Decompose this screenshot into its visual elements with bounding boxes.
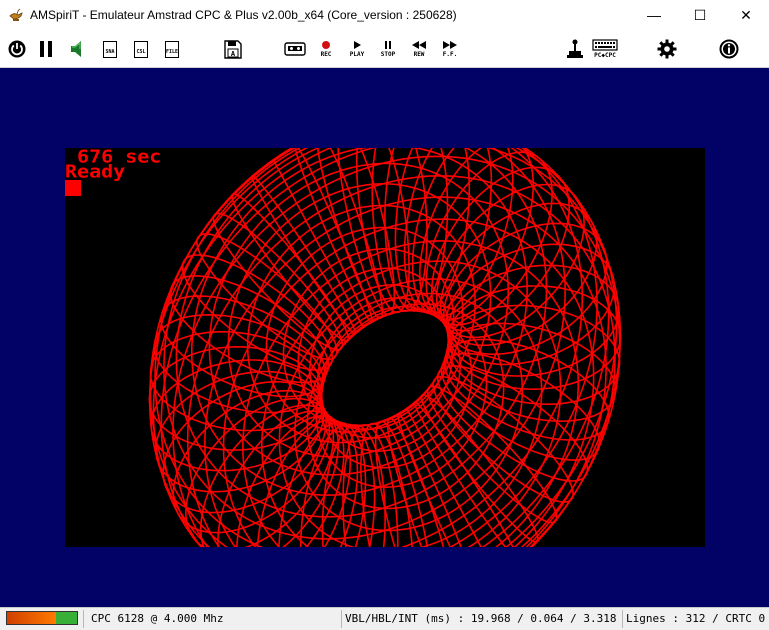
toolbar: SNA CSL FILE A REC PLAY STOP REW F.F. PC… bbox=[0, 31, 769, 68]
file-label: FILE bbox=[166, 48, 179, 55]
play-icon bbox=[354, 41, 361, 49]
status-bar: CPC 6128 @ 4.000 Mhz VBL/HBL/INT (ms) : … bbox=[0, 607, 769, 630]
power-button[interactable] bbox=[3, 33, 31, 65]
timing-status: VBL/HBL/INT (ms) : 19.968 / 0.064 / 3.31… bbox=[342, 610, 623, 628]
lines-status: Lignes : 312 / CRTC 0 bbox=[626, 612, 766, 625]
csl-label: CSL bbox=[136, 48, 146, 55]
power-icon bbox=[8, 40, 26, 58]
keyboard-button[interactable]: PC◆CPC bbox=[589, 33, 621, 65]
stop-label: STOP bbox=[380, 51, 396, 58]
record-icon bbox=[322, 41, 330, 49]
file-button[interactable]: FILE bbox=[158, 33, 186, 65]
file-icon: FILE bbox=[165, 40, 179, 58]
joystick-icon bbox=[567, 39, 583, 58]
fast-forward-button[interactable]: F.F. bbox=[436, 33, 464, 65]
floppy-icon: A bbox=[224, 39, 242, 59]
stop-button[interactable]: STOP bbox=[374, 33, 402, 65]
cassette-icon bbox=[284, 42, 306, 56]
keyboard-icon bbox=[592, 39, 618, 51]
info-icon bbox=[719, 39, 739, 59]
pause-icon bbox=[40, 41, 52, 57]
cpc-screen[interactable]: 676 sec Ready bbox=[65, 148, 705, 547]
snapshot-button[interactable]: SNA bbox=[96, 33, 124, 65]
amspirit-lamp-icon bbox=[9, 8, 23, 21]
sna-label: SNA bbox=[105, 48, 115, 55]
keyboard-label: PC◆CPC bbox=[594, 52, 616, 59]
joystick-button[interactable] bbox=[561, 33, 589, 65]
csl-button[interactable]: CSL bbox=[127, 33, 155, 65]
speaker-icon bbox=[71, 41, 81, 57]
play-button[interactable]: PLAY bbox=[343, 33, 371, 65]
sound-button[interactable] bbox=[63, 33, 91, 65]
rew-label: REW bbox=[413, 51, 425, 58]
window-title: AMSpiriT - Emulateur Amstrad CPC & Plus … bbox=[30, 8, 457, 22]
stop-icon bbox=[385, 41, 391, 49]
gear-icon bbox=[657, 39, 677, 59]
sna-icon: SNA bbox=[103, 40, 117, 58]
rec-button[interactable]: REC bbox=[312, 33, 340, 65]
fast-forward-icon bbox=[443, 41, 457, 49]
cpu-load-meter bbox=[6, 611, 78, 625]
rewind-button[interactable]: REW bbox=[405, 33, 433, 65]
torus-meridian bbox=[294, 148, 374, 324]
maximize-button[interactable]: ☐ bbox=[677, 0, 723, 31]
torus-wireframe bbox=[148, 148, 622, 547]
torus-meridian bbox=[154, 370, 325, 493]
ff-label: F.F. bbox=[442, 51, 458, 58]
play-label: PLAY bbox=[349, 51, 365, 58]
cpu-load-panel bbox=[0, 610, 84, 628]
cpu-load-fill bbox=[7, 612, 56, 624]
torus-parallel bbox=[317, 297, 453, 439]
rec-label: REC bbox=[320, 51, 332, 58]
close-button[interactable]: ✕ bbox=[723, 0, 769, 31]
minimize-button[interactable]: — bbox=[631, 0, 677, 31]
pause-button[interactable] bbox=[32, 33, 60, 65]
model-status: CPC 6128 @ 4.000 Mhz bbox=[84, 610, 342, 628]
title-bar: AMSpiriT - Emulateur Amstrad CPC & Plus … bbox=[0, 0, 769, 31]
cassette-button[interactable] bbox=[281, 33, 309, 65]
emulator-border[interactable]: 676 sec Ready bbox=[0, 68, 769, 607]
text-cursor bbox=[65, 180, 81, 196]
csl-icon: CSL bbox=[134, 40, 148, 58]
rewind-icon bbox=[412, 41, 426, 49]
settings-button[interactable] bbox=[653, 33, 681, 65]
torus-meridian bbox=[445, 243, 616, 366]
disk-a-button[interactable]: A bbox=[219, 33, 247, 65]
ready-prompt: Ready bbox=[65, 160, 126, 182]
info-button[interactable] bbox=[715, 33, 743, 65]
